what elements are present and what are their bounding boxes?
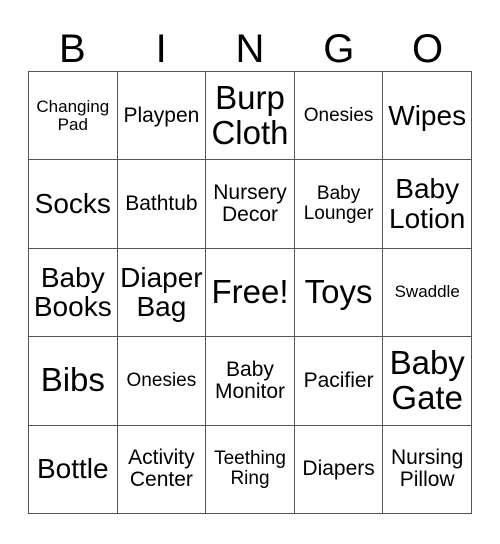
bingo-cell-label: Baby Monitor: [214, 357, 285, 403]
bingo-cell-label: Baby Books: [33, 261, 112, 323]
bingo-cell-label: Onesies: [126, 369, 197, 391]
bingo-header: B I N G O: [28, 18, 472, 71]
bingo-cell-i5[interactable]: Activity Center: [117, 425, 207, 514]
bingo-cell-label: Activity Center: [128, 446, 195, 492]
bingo-cell-label: Socks: [34, 188, 111, 220]
bingo-cell-b2[interactable]: Socks: [29, 160, 118, 249]
bingo-cell-free-space[interactable]: Free!: [206, 248, 295, 338]
bingo-cell-b3[interactable]: Baby Books: [29, 248, 118, 338]
bingo-cell-label: Diapers: [302, 457, 375, 481]
bingo-cell-o5[interactable]: Nursing Pillow: [383, 425, 472, 514]
bingo-cell-label: Swaddle: [394, 282, 460, 302]
bingo-cell-label: Baby Lounger: [303, 182, 374, 225]
bingo-cell-n4[interactable]: Baby Monitor: [206, 337, 295, 426]
header-letter-n: N: [235, 27, 265, 71]
bingo-cell-label: Baby Gate: [389, 343, 465, 416]
bingo-cell-g2[interactable]: Baby Lounger: [294, 160, 384, 249]
bingo-cell-n5[interactable]: Teething Ring: [206, 425, 295, 514]
bingo-cell-label: Pacifier: [303, 368, 374, 392]
bingo-cell-o2[interactable]: Baby Lotion: [383, 160, 472, 249]
bingo-cell-label: Bottle: [36, 453, 109, 485]
bingo-cell-label: Teething Ring: [214, 448, 286, 490]
bingo-cell-i4[interactable]: Onesies: [117, 337, 207, 426]
bingo-cell-n1[interactable]: Burp Cloth: [206, 72, 295, 161]
bingo-cell-b5[interactable]: Bottle: [29, 425, 118, 514]
bingo-cell-label: Onesies: [303, 104, 374, 126]
bingo-cell-g5[interactable]: Diapers: [294, 425, 384, 514]
bingo-cell-label: Playpen: [123, 103, 200, 127]
header-letter-i: I: [155, 27, 167, 71]
bingo-cell-label: Bibs: [40, 361, 105, 399]
header-letter-o: O: [412, 27, 444, 71]
bingo-grid: Changing Pad Playpen Burp Cloth Onesies …: [28, 71, 472, 514]
bingo-cell-label: Wipes: [388, 99, 467, 131]
bingo-cell-o3[interactable]: Swaddle: [383, 248, 472, 338]
bingo-cell-label: Nursery Decor: [213, 180, 287, 227]
bingo-cell-i3[interactable]: Diaper Bag: [117, 248, 207, 338]
bingo-cell-label: Burp Cloth: [211, 78, 289, 151]
bingo-cell-b1[interactable]: Changing Pad: [29, 72, 118, 161]
bingo-cell-label: Toys: [304, 273, 373, 310]
bingo-cell-g1[interactable]: Onesies: [294, 72, 384, 161]
bingo-cell-o4[interactable]: Baby Gate: [383, 337, 472, 426]
bingo-card: B I N G O Changing Pad Playpen Burp Clot…: [0, 0, 500, 544]
bingo-cell-g4[interactable]: Pacifier: [294, 337, 384, 426]
bingo-cell-label: Baby Lotion: [389, 173, 466, 235]
bingo-cell-label: Bathtub: [125, 191, 198, 215]
bingo-cell-o1[interactable]: Wipes: [383, 72, 472, 161]
bingo-cell-b4[interactable]: Bibs: [29, 337, 118, 426]
bingo-cell-i2[interactable]: Bathtub: [117, 160, 207, 249]
bingo-cell-label: Diaper Bag: [120, 261, 203, 323]
bingo-cell-g3[interactable]: Toys: [294, 248, 384, 338]
bingo-cell-n2[interactable]: Nursery Decor: [206, 160, 295, 249]
header-letter-g: G: [323, 27, 355, 71]
bingo-cell-i1[interactable]: Playpen: [117, 72, 207, 161]
free-space-label: Free!: [211, 273, 289, 310]
bingo-cell-label: Changing Pad: [36, 96, 110, 134]
bingo-cell-label: Nursing Pillow: [391, 446, 464, 492]
header-letter-b: B: [59, 27, 86, 71]
